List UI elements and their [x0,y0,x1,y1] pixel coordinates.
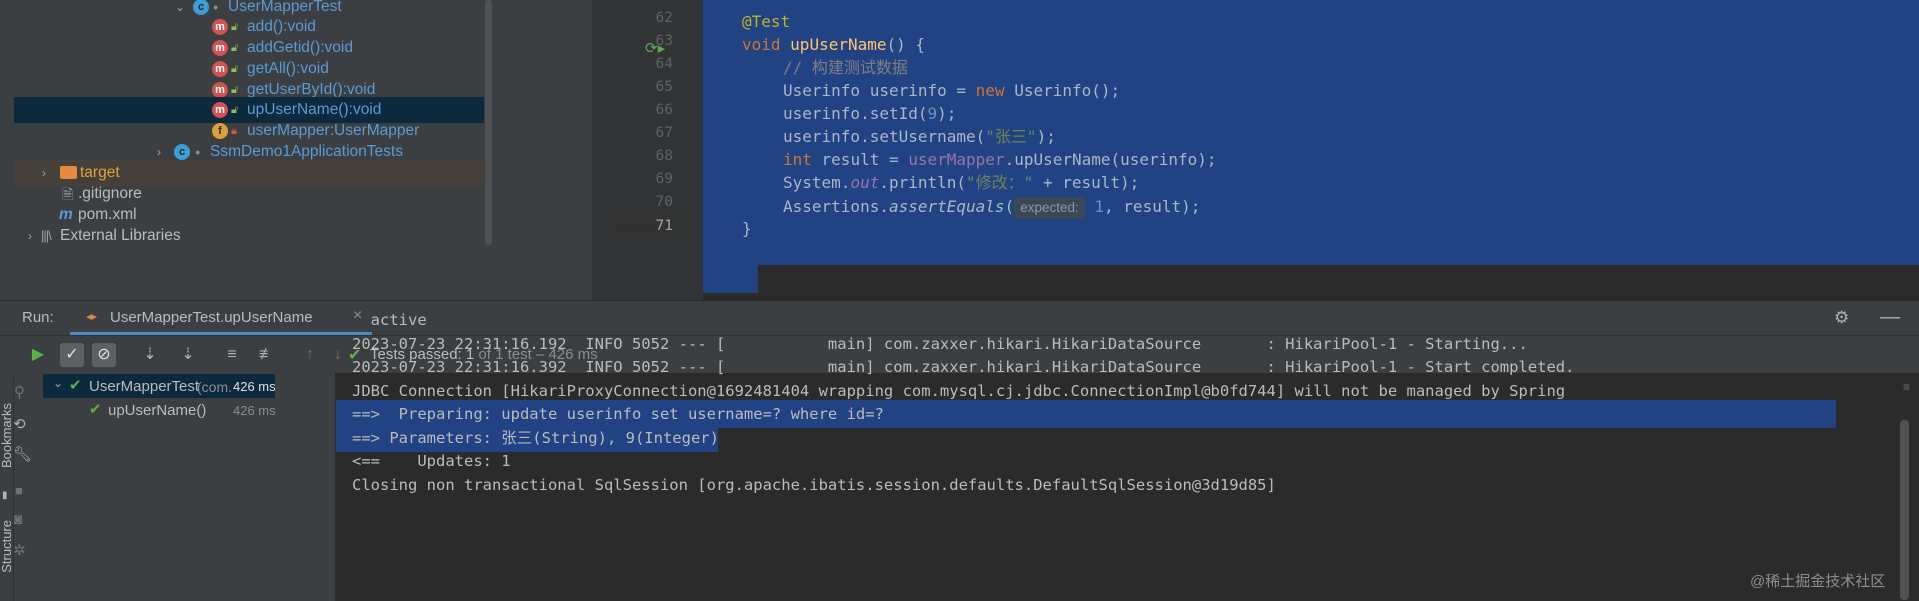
show-ignored-icon[interactable]: ⊘ [92,343,116,367]
folder-icon [60,166,77,179]
parameter-hint: expected: [1014,197,1085,219]
collapse-all-icon[interactable]: ≢ [255,343,279,367]
project-tree: ⌄ c ● UserMapperTest m 🔓︎ add():void m 🔓… [0,0,592,300]
history-icon[interactable]: ⟲ [13,415,26,433]
run-tab[interactable]: ◂▸ UserMapperTest.upUserName × [70,301,372,335]
watermark: @稀土掘金技术社区 [1750,573,1886,590]
console-scrollbar[interactable] [1900,420,1909,600]
method-icon: m [212,40,228,56]
expand-all-icon[interactable]: ≡ [220,343,244,367]
code-line-71: } [742,219,752,238]
camera-icon[interactable]: ◙ [13,511,22,528]
settings-gear-icon[interactable]: ⚙ [1834,308,1849,328]
passed-check-icon: ✔ [69,377,82,394]
editor-gutter: 62 63 64 65 66 67 68 69 70 71 ⟳▸ [592,0,703,300]
next-failed-icon[interactable]: ↓ [326,343,350,367]
test-results-tree: ⌄ ✔ UserMapperTest (com. 426 ms ✔ upUser… [43,373,336,601]
settings-icon[interactable]: ✲ [13,541,26,559]
wrench-icon[interactable]: 🔧︎ [13,445,32,463]
chevron-right-icon[interactable]: › [28,223,32,249]
left-tool-strip: ⚲ ⟲ 🔧︎ ■ ◙ ✲ Bookmarks ▮ Structure [0,373,43,601]
test-row-upusername[interactable]: ✔ upUserName() 426 ms [43,398,335,422]
method-icon: m [212,102,228,118]
libraries-icon: |||\ [41,228,52,243]
sort-duration-icon[interactable]: ⇣ [176,343,200,367]
console-line: Closing non transactional SqlSession [or… [352,476,1276,494]
sort-alpha-icon[interactable]: ⇣ [138,343,162,367]
stop-icon[interactable]: ■ [15,483,23,498]
test-row-usermappertest[interactable]: ⌄ ✔ UserMapperTest (com. 426 ms [43,374,335,398]
chevron-right-icon[interactable]: › [42,160,46,186]
structure-tab[interactable]: Structure [0,520,14,573]
rerun-icon[interactable]: ▶ [26,343,50,367]
bookmark-icon: ▮ [2,490,8,501]
pin-icon[interactable]: ⚲ [14,383,25,401]
method-icon: m [212,19,228,35]
prev-failed-icon[interactable]: ↑ [298,343,322,367]
selection-highlight-end [703,265,758,293]
minimize-icon[interactable]: — [1880,307,1900,327]
show-passed-icon[interactable]: ✓ [60,343,84,367]
run-test-gutter-icon[interactable]: ⟳▸ [645,40,665,58]
ide-window: ⌄ c ● UserMapperTest m 🔓︎ add():void m 🔓… [0,0,1919,601]
class-icon: c [174,144,190,160]
bookmarks-tab[interactable]: Bookmarks [0,403,14,468]
passed-check-icon: ✔ [89,401,102,418]
soft-wrap-icon[interactable]: ≡ [1903,380,1910,394]
test-config-icon: ◂▸ [86,311,98,323]
code-line-70: Assertions.assertEquals(expected: 1, res… [783,193,1200,221]
field-icon: f [212,123,228,139]
method-icon: m [212,61,228,77]
method-icon: m [212,82,228,98]
